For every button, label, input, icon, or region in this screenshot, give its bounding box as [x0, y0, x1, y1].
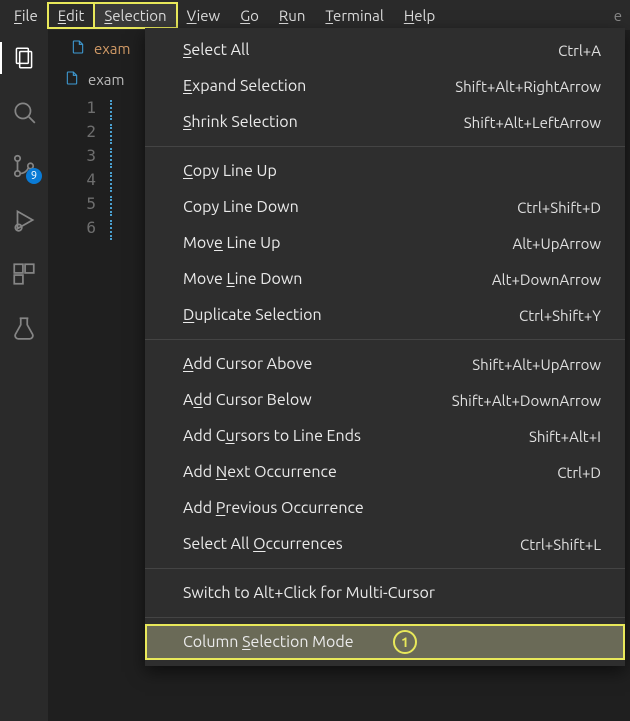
menubar-item-go[interactable]: Go — [230, 3, 269, 28]
menuitem-move-line-up[interactable]: Move Line Up Alt+UpArrow — [145, 225, 625, 261]
activity-bar: 9 — [0, 30, 48, 721]
menuitem-accelerator: Shift+Alt+LeftArrow — [464, 114, 601, 131]
file-icon — [70, 39, 86, 58]
menuitem-label: Move Line Down — [183, 270, 302, 288]
menuitem-label: Copy Line Up — [183, 162, 277, 180]
menuitem-select-all-occurrences[interactable]: Select All Occurrences Ctrl+Shift+L — [145, 526, 625, 562]
menuitem-accelerator: Ctrl+Shift+Y — [519, 307, 601, 324]
menubar-item-edit[interactable]: Edit — [48, 3, 95, 28]
selection-menu-dropdown: Select All Ctrl+A Expand Selection Shift+Al… — [145, 28, 625, 666]
menuitem-label: Add Cursor Below — [183, 391, 312, 409]
menubar: FileEditSelectionViewGoRunTerminalHelp e — [0, 0, 630, 30]
menuitem-accelerator: Ctrl+A — [558, 42, 601, 59]
menubar-item-run[interactable]: Run — [269, 3, 316, 28]
menuitem-duplicate-selection[interactable]: Duplicate Selection Ctrl+Shift+Y — [145, 297, 625, 333]
menuitem-add-previous-occurrence[interactable]: Add Previous Occurrence — [145, 490, 625, 526]
menuitem-label: Column Selection Mode — [183, 633, 354, 651]
tab-label: exam — [94, 40, 130, 57]
menuitem-move-line-down[interactable]: Move Line Down Alt+DownArrow — [145, 261, 625, 297]
menuitem-accelerator: Shift+Alt+UpArrow — [472, 356, 601, 373]
menuitem-label: Copy Line Down — [183, 198, 299, 216]
menuitem-shrink-selection[interactable]: Shrink Selection Shift+Alt+LeftArrow — [145, 104, 625, 140]
menuitem-label: Add Cursors to Line Ends — [183, 427, 361, 445]
menuitem-add-cursor-below[interactable]: Add Cursor Below Shift+Alt+DownArrow — [145, 382, 625, 418]
menuitem-accelerator: Shift+Alt+DownArrow — [452, 392, 601, 409]
source-control-badge: 9 — [26, 168, 42, 184]
search-icon[interactable] — [0, 92, 48, 132]
menuitem-label: Add Next Occurrence — [183, 463, 337, 481]
menuitem-add-cursors-to-line-ends[interactable]: Add Cursors to Line Ends Shift+Alt+I — [145, 418, 625, 454]
menuitem-accelerator: Ctrl+D — [557, 464, 601, 481]
menubar-item-help[interactable]: Help — [394, 3, 445, 28]
menu-separator — [145, 617, 625, 618]
menuitem-accelerator: Ctrl+Shift+L — [520, 536, 601, 553]
highlight-badge: 1 — [393, 630, 417, 654]
menuitem-add-next-occurrence[interactable]: Add Next Occurrence Ctrl+D — [145, 454, 625, 490]
line-number: 5 — [48, 194, 118, 218]
menubar-item-selection[interactable]: Selection — [94, 3, 176, 28]
menuitem-label: Select All Occurrences — [183, 535, 343, 553]
menuitem-copy-line-down[interactable]: Copy Line Down Ctrl+Shift+D — [145, 189, 625, 225]
testing-icon[interactable] — [0, 308, 48, 348]
menubar-item-file[interactable]: File — [4, 3, 48, 28]
menuitem-copy-line-up[interactable]: Copy Line Up — [145, 153, 625, 189]
breadcrumb-label: exam — [88, 71, 124, 88]
menuitem-column-selection-mode[interactable]: Column Selection Mode 1 — [145, 624, 625, 660]
explorer-icon[interactable] — [0, 38, 48, 78]
menu-separator — [145, 146, 625, 147]
menuitem-accelerator: Shift+Alt+I — [529, 428, 601, 445]
menuitem-label: Select All — [183, 41, 249, 59]
menuitem-add-cursor-above[interactable]: Add Cursor Above Shift+Alt+UpArrow — [145, 346, 625, 382]
menuitem-accelerator: Alt+UpArrow — [512, 235, 601, 252]
menuitem-label: Switch to Alt+Click for Multi-Cursor — [183, 584, 435, 602]
menuitem-label: Add Previous Occurrence — [183, 499, 364, 517]
file-icon — [64, 70, 80, 89]
menu-separator — [145, 339, 625, 340]
menuitem-accelerator: Shift+Alt+RightArrow — [455, 78, 601, 95]
line-number: 1 — [48, 98, 118, 122]
menuitem-accelerator: Alt+DownArrow — [492, 271, 601, 288]
menuitem-label: Move Line Up — [183, 234, 280, 252]
menubar-item-terminal[interactable]: Terminal — [315, 3, 393, 28]
line-number: 3 — [48, 146, 118, 170]
gutter: 123456 — [48, 92, 118, 242]
menuitem-label: Add Cursor Above — [183, 355, 312, 373]
menuitem-select-all[interactable]: Select All Ctrl+A — [145, 32, 625, 68]
menuitem-expand-selection[interactable]: Expand Selection Shift+Alt+RightArrow — [145, 68, 625, 104]
line-number: 6 — [48, 218, 118, 242]
menubar-item-view[interactable]: View — [177, 3, 231, 28]
menuitem-switch-to-alt-click-for-multi-cursor[interactable]: Switch to Alt+Click for Multi-Cursor — [145, 575, 625, 611]
menu-separator — [145, 568, 625, 569]
editor-tab[interactable]: exam — [60, 35, 140, 62]
menuitem-label: Duplicate Selection — [183, 306, 322, 324]
source-control-icon[interactable]: 9 — [0, 146, 48, 186]
line-number: 2 — [48, 122, 118, 146]
menuitem-label: Shrink Selection — [183, 113, 298, 131]
menuitem-accelerator: Ctrl+Shift+D — [517, 199, 601, 216]
menubar-overflow: e — [614, 7, 626, 24]
line-number: 4 — [48, 170, 118, 194]
menuitem-label: Expand Selection — [183, 77, 306, 95]
extensions-icon[interactable] — [0, 254, 48, 294]
run-debug-icon[interactable] — [0, 200, 48, 240]
